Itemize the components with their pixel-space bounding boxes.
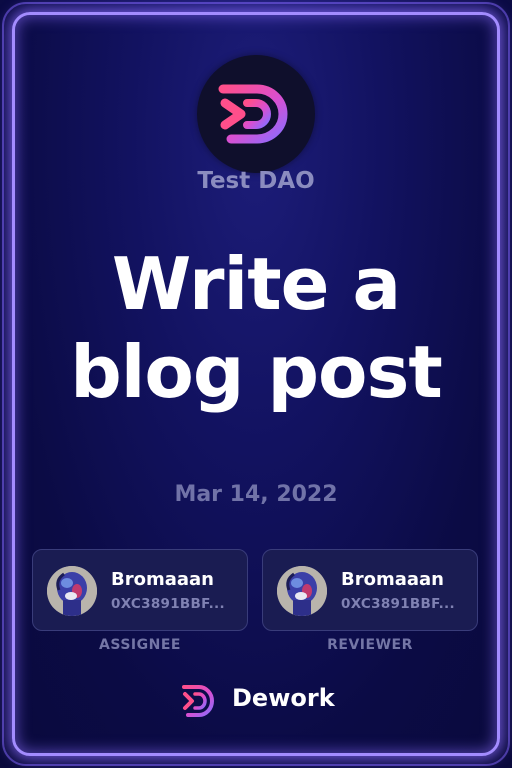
avatar — [277, 566, 327, 616]
reviewer-role-label: REVIEWER — [327, 637, 413, 653]
avatar-image-icon — [277, 566, 327, 616]
assignee-role-label: ASSIGNEE — [99, 637, 181, 653]
avatar-image-icon — [47, 566, 97, 616]
footer-brand-name: Dework — [232, 684, 335, 712]
reviewer-address: 0XC3891BBF... — [341, 596, 455, 612]
assignee-address: 0XC3891BBF... — [111, 596, 225, 612]
dao-logo — [197, 55, 315, 173]
reviewer-card: Bromaaan 0XC3891BBF... — [262, 549, 478, 631]
task-card: Test DAO Write a blog post Mar 14, 2022 … — [0, 0, 512, 768]
task-date: Mar 14, 2022 — [174, 482, 338, 507]
assignee-card: Bromaaan 0XC3891BBF... — [32, 549, 248, 631]
task-title: Write a blog post — [70, 242, 443, 414]
dework-logo-icon — [218, 84, 288, 144]
reviewer-name: Bromaaan — [341, 569, 444, 590]
assignee-name: Bromaaan — [111, 569, 214, 590]
avatar — [47, 566, 97, 616]
dao-name: Test DAO — [197, 168, 315, 194]
dework-logo-icon — [182, 685, 214, 717]
footer-brand: Dework — [0, 680, 512, 720]
